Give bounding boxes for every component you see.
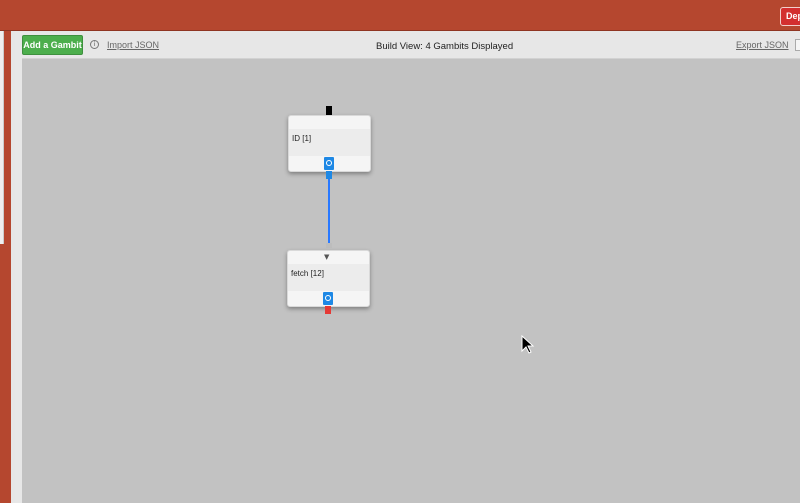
build-canvas[interactable] [22,58,800,503]
output-icon [325,295,331,301]
builder-toolbar: Add a Gambit i Import JSON Build View: 4… [15,31,800,58]
builder-panel: Add a Gambit i Import JSON Build View: 4… [15,31,800,503]
info-icon[interactable]: i [90,40,99,49]
add-gambit-button[interactable]: Add a Gambit [22,35,83,55]
gambit-label: fetch [12] [291,269,324,278]
import-json-link[interactable]: Import JSON [107,40,159,50]
gambit-id-output-port[interactable] [326,171,332,179]
export-json-link[interactable]: Export JSON [736,40,789,50]
wifi-icon: ▼ [324,253,330,261]
left-panel [0,31,4,244]
toolbar-checkbox[interactable] [795,39,800,51]
mouse-cursor-icon [521,335,535,354]
output-icon [326,160,332,166]
gambit-fetch-error-port[interactable] [325,306,331,314]
gambit-id-output-button[interactable] [324,157,334,170]
gambit-label: ID [1] [292,134,312,143]
deploy-button[interactable]: Dep [780,7,800,26]
gambit-fetch-input-port[interactable] [326,243,332,248]
top-bar: Dep [0,0,800,31]
gambit-connector-line[interactable] [328,179,330,243]
build-view-title: Build View: 4 Gambits Displayed [376,41,514,52]
gambit-fetch-output-button[interactable] [323,292,333,305]
